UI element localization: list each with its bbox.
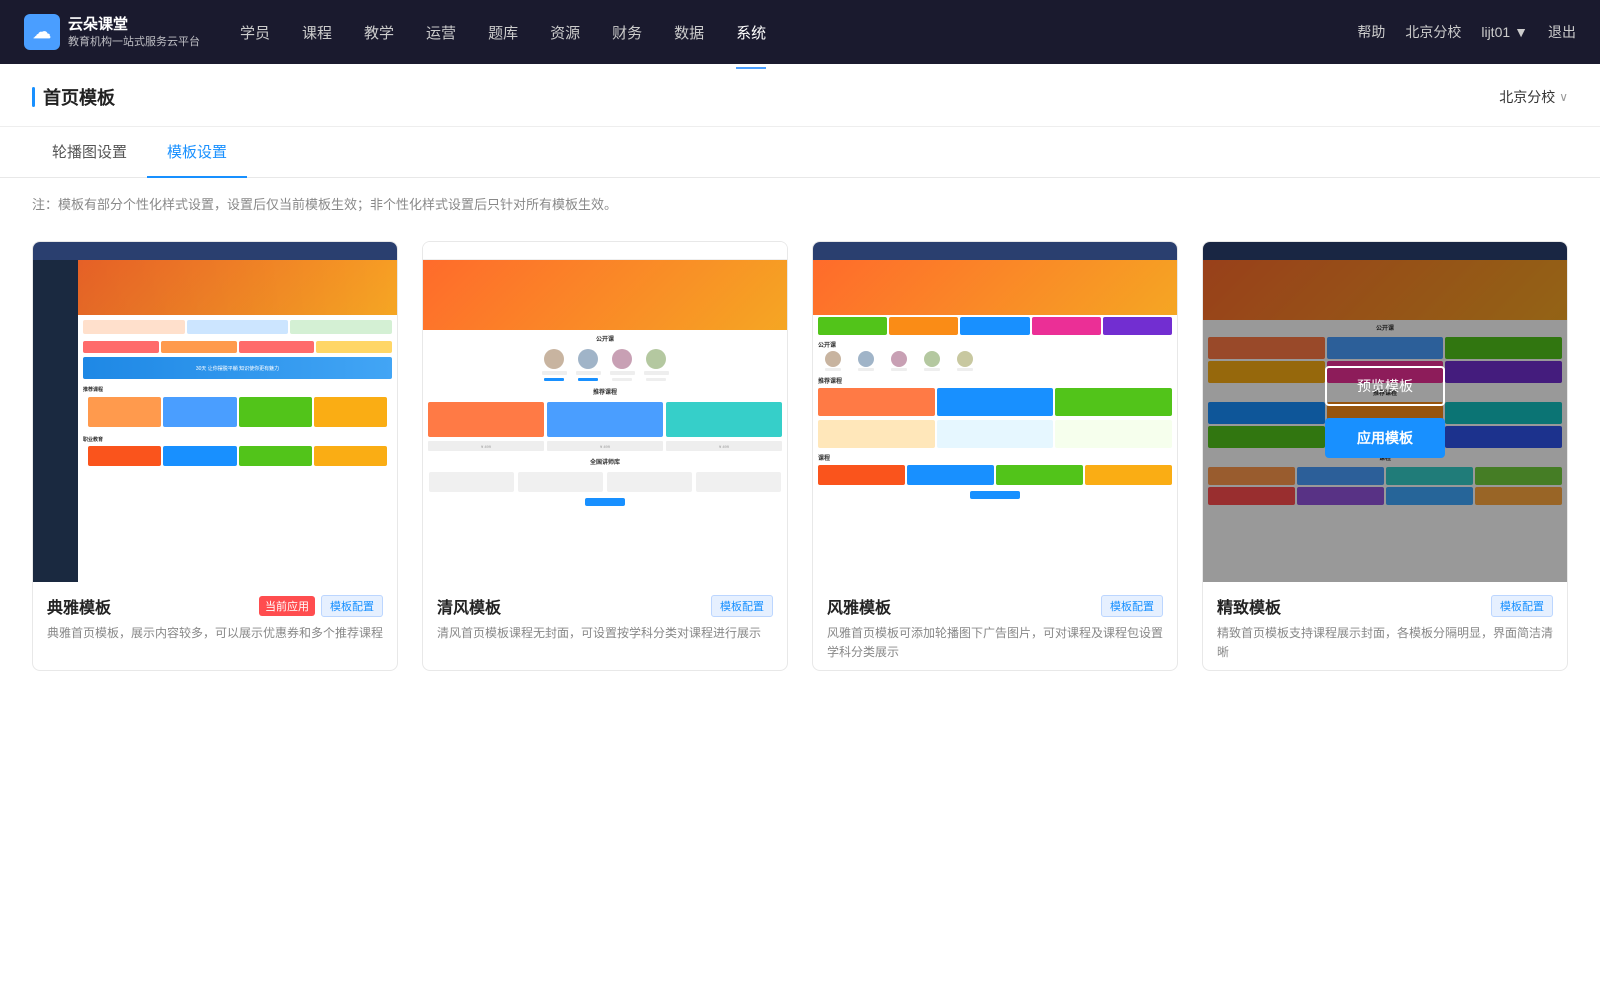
nav-item-questions[interactable]: 题库 — [488, 18, 518, 47]
nav-item-data[interactable]: 数据 — [674, 18, 704, 47]
notice-text: 注：模板有部分个性化样式设置，设置后仅当前模板生效；非个性化样式设置后只针对所有… — [0, 178, 1600, 221]
badge-config-elegant2[interactable]: 模板配置 — [1101, 595, 1163, 617]
template-desc-fresh: 清风首页模板课程无封面，可设置按学科分类对课程进行展示 — [437, 624, 773, 643]
template-desc-elegant2: 风雅首页模板可添加轮播图下广告图片，可对课程及课程包设置学科分类展示 — [827, 624, 1163, 662]
branch-name: 北京分校 — [1499, 87, 1555, 107]
template-name-refined: 精致模板 — [1217, 594, 1281, 618]
template-preview-elegant2: 公开课 推荐课程 — [813, 242, 1177, 582]
logo-icon: ☁ — [24, 14, 60, 50]
template-name-row-refined: 精致模板 模板配置 — [1217, 594, 1553, 618]
template-desc-refined: 精致首页模板支持课程展示封面，各模板分隔明显，界面简洁清晰 — [1217, 624, 1553, 662]
template-badges-elegant: 当前应用 模板配置 — [259, 595, 383, 617]
logo-area[interactable]: ☁ 云朵课堂 教育机构一站式服务云平台 — [24, 14, 200, 50]
badge-current-elegant: 当前应用 — [259, 596, 315, 616]
template-name-elegant: 典雅模板 — [47, 594, 111, 618]
nav-item-finance[interactable]: 财务 — [612, 18, 642, 47]
template-footer-elegant: 典雅模板 当前应用 模板配置 典雅首页模板，展示内容较多，可以展示优惠券和多个推… — [33, 582, 397, 651]
template-badges-elegant2: 模板配置 — [1101, 595, 1163, 617]
nav-item-students[interactable]: 学员 — [240, 18, 270, 47]
nav-username: lijt01 — [1481, 24, 1510, 40]
nav-right: 帮助 北京分校 lijt01 ▼ 退出 — [1357, 22, 1576, 42]
logo-brand: 云朵课堂 — [68, 15, 200, 35]
nav-item-system[interactable]: 系统 — [736, 18, 766, 47]
logo-sub: 教育机构一站式服务云平台 — [68, 35, 200, 49]
template-badges-refined: 模板配置 — [1491, 595, 1553, 617]
template-name-elegant2: 风雅模板 — [827, 594, 891, 618]
template-badges-fresh: 模板配置 — [711, 595, 773, 617]
badge-config-refined[interactable]: 模板配置 — [1491, 595, 1553, 617]
nav-item-resources[interactable]: 资源 — [550, 18, 580, 47]
badge-config-elegant[interactable]: 模板配置 — [321, 595, 383, 617]
template-preview-fresh: 公开课 — [423, 242, 787, 582]
template-card-elegant2[interactable]: 公开课 推荐课程 — [812, 241, 1178, 671]
badge-config-fresh[interactable]: 模板配置 — [711, 595, 773, 617]
template-name-row-elegant2: 风雅模板 模板配置 — [827, 594, 1163, 618]
nav-user-chevron: ▼ — [1514, 24, 1528, 40]
page-title-bar — [32, 87, 35, 107]
page-content: 首页模板 北京分校 ∨ 轮播图设置 模板设置 注：模板有部分个性化样式设置，设置… — [0, 64, 1600, 990]
template-preview-refined: 公开课 推荐课程 — [1203, 242, 1567, 582]
nav-logout[interactable]: 退出 — [1548, 22, 1576, 42]
logo-text: 云朵课堂 教育机构一站式服务云平台 — [68, 15, 200, 49]
page-header: 首页模板 北京分校 ∨ — [0, 64, 1600, 127]
nav-branch[interactable]: 北京分校 — [1405, 22, 1461, 42]
nav-help[interactable]: 帮助 — [1357, 22, 1385, 42]
preview-button-refined[interactable]: 预览模板 — [1325, 366, 1445, 406]
page-title-area: 首页模板 — [32, 84, 115, 110]
template-name-row-elegant: 典雅模板 当前应用 模板配置 — [47, 594, 383, 618]
nav-user[interactable]: lijt01 ▼ — [1481, 24, 1528, 40]
nav-item-courses[interactable]: 课程 — [302, 18, 332, 47]
templates-grid: 30天 让你摆脱平躺 知识使你更有魅力 推荐课程 — [0, 221, 1600, 711]
template-card-refined[interactable]: 公开课 推荐课程 — [1202, 241, 1568, 671]
template-footer-refined: 精致模板 模板配置 精致首页模板支持课程展示封面，各模板分隔明显，界面简洁清晰 — [1203, 582, 1567, 670]
branch-selector[interactable]: 北京分校 ∨ — [1499, 87, 1568, 107]
template-card-fresh[interactable]: 公开课 — [422, 241, 788, 671]
template-desc-elegant: 典雅首页模板，展示内容较多，可以展示优惠券和多个推荐课程 — [47, 624, 383, 643]
active-overlay-refined: 预览模板 应用模板 — [1203, 242, 1567, 582]
apply-button-refined[interactable]: 应用模板 — [1325, 418, 1445, 458]
nav-items: 学员 课程 教学 运营 题库 资源 财务 数据 系统 — [240, 18, 1357, 47]
template-preview-elegant: 30天 让你摆脱平躺 知识使你更有魅力 推荐课程 — [33, 242, 397, 582]
template-name-fresh: 清风模板 — [437, 594, 501, 618]
template-footer-elegant2: 风雅模板 模板配置 风雅首页模板可添加轮播图下广告图片，可对课程及课程包设置学科… — [813, 582, 1177, 670]
nav-item-operations[interactable]: 运营 — [426, 18, 456, 47]
tab-carousel[interactable]: 轮播图设置 — [32, 127, 147, 178]
template-card-elegant[interactable]: 30天 让你摆脱平躺 知识使你更有魅力 推荐课程 — [32, 241, 398, 671]
template-footer-fresh: 清风模板 模板配置 清风首页模板课程无封面，可设置按学科分类对课程进行展示 — [423, 582, 787, 651]
tabs-area: 轮播图设置 模板设置 — [0, 127, 1600, 178]
page-title: 首页模板 — [43, 84, 115, 110]
template-name-row-fresh: 清风模板 模板配置 — [437, 594, 773, 618]
branch-chevron: ∨ — [1559, 90, 1568, 104]
tab-template[interactable]: 模板设置 — [147, 127, 247, 178]
top-navigation: ☁ 云朵课堂 教育机构一站式服务云平台 学员 课程 教学 运营 题库 资源 财务… — [0, 0, 1600, 64]
nav-item-teaching[interactable]: 教学 — [364, 18, 394, 47]
